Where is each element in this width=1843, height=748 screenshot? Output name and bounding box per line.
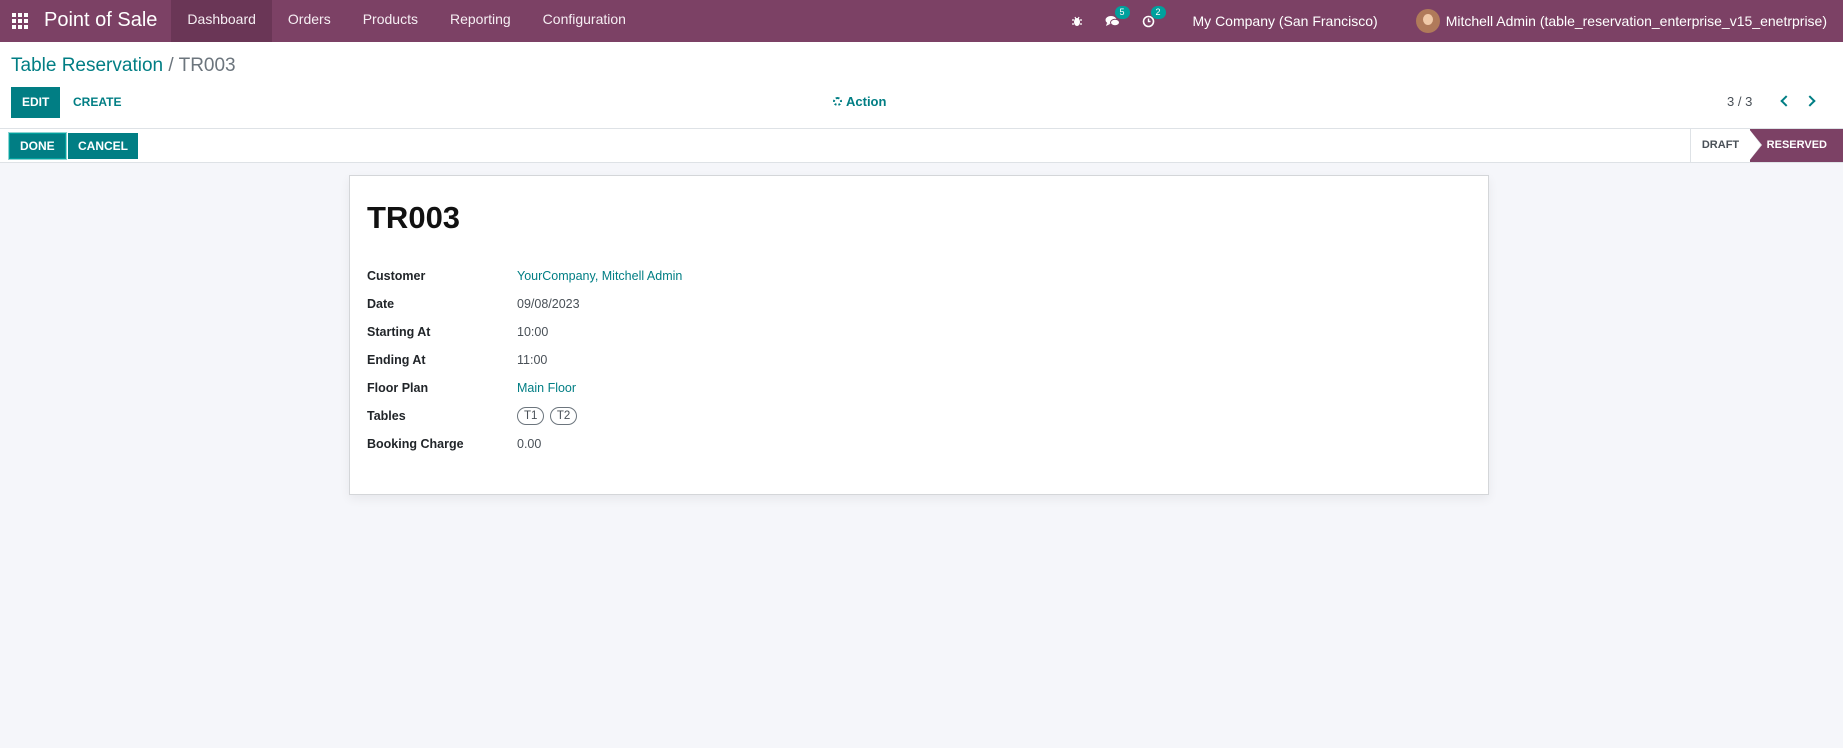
apps-menu-icon[interactable] bbox=[0, 0, 40, 42]
gear-icon bbox=[833, 97, 842, 106]
menu-item-products[interactable]: Products bbox=[347, 0, 434, 42]
record-title: TR003 bbox=[367, 200, 461, 235]
stage-arrow bbox=[1749, 129, 1761, 161]
breadcrumb-current: TR003 bbox=[178, 55, 236, 76]
field-tables: Tables T1 T2 bbox=[367, 406, 579, 426]
field-label: Tables bbox=[367, 409, 406, 423]
field-label: Floor Plan bbox=[367, 381, 429, 395]
avatar bbox=[1415, 9, 1440, 33]
user-name: Mitchell Admin (table_reservation_enterp… bbox=[1445, 13, 1827, 29]
form-statusbar: DONE CANCEL DRAFT RESERVED bbox=[0, 129, 1843, 163]
company-switcher[interactable]: My Company (San Francisco) bbox=[1167, 13, 1416, 29]
chevron-left-icon bbox=[1779, 95, 1792, 107]
activity-clock-icon[interactable]: 2 bbox=[1131, 0, 1167, 42]
starting-at-value: 10:00 bbox=[517, 325, 549, 339]
action-label: Action bbox=[846, 94, 887, 109]
breadcrumb: Table Reservation / TR003 bbox=[11, 55, 236, 77]
systray: 5 2 My Company (San Francisco) Mitchell … bbox=[1059, 0, 1843, 42]
bug-icon[interactable] bbox=[1059, 0, 1095, 42]
activities-badge: 2 bbox=[1150, 6, 1166, 19]
main-menu: Dashboard Orders Products Reporting Conf… bbox=[171, 0, 642, 42]
booking-charge-value: 0.00 bbox=[517, 437, 542, 451]
menu-item-configuration[interactable]: Configuration bbox=[527, 0, 642, 42]
field-ending-at: Ending At 11:00 bbox=[367, 350, 547, 370]
ending-at-value: 11:00 bbox=[517, 353, 548, 367]
field-customer: Customer YourCompany, Mitchell Admin bbox=[367, 266, 682, 286]
breadcrumb-separator: / bbox=[168, 55, 174, 76]
stage-draft[interactable]: DRAFT bbox=[1690, 129, 1750, 162]
breadcrumb-parent-link[interactable]: Table Reservation bbox=[11, 55, 163, 76]
menu-item-orders[interactable]: Orders bbox=[272, 0, 347, 42]
field-floor-plan: Floor Plan Main Floor bbox=[367, 378, 576, 398]
pager-value[interactable]: 3 / 3 bbox=[1727, 94, 1752, 109]
top-navbar: Point of Sale Dashboard Orders Products … bbox=[0, 0, 1843, 42]
field-label: Customer bbox=[367, 269, 426, 283]
control-panel: Table Reservation / TR003 EDIT CREATE Ac… bbox=[0, 42, 1843, 129]
table-tag: T1 bbox=[517, 407, 545, 425]
action-menu[interactable]: Action bbox=[833, 94, 886, 109]
tables-tags: T1 T2 bbox=[517, 407, 579, 425]
menu-item-dashboard[interactable]: Dashboard bbox=[171, 0, 272, 42]
pager-previous-button[interactable] bbox=[1774, 91, 1794, 111]
field-starting-at: Starting At 10:00 bbox=[367, 322, 548, 342]
field-label: Ending At bbox=[367, 353, 426, 367]
messages-badge: 5 bbox=[1114, 6, 1130, 19]
stage-reserved[interactable]: RESERVED bbox=[1750, 129, 1843, 162]
floor-plan-link[interactable]: Main Floor bbox=[517, 381, 576, 395]
customer-link[interactable]: YourCompany, Mitchell Admin bbox=[517, 269, 682, 283]
field-label: Booking Charge bbox=[367, 437, 464, 451]
date-value: 09/08/2023 bbox=[517, 297, 580, 311]
field-booking-charge: Booking Charge 0.00 bbox=[367, 434, 541, 454]
chevron-right-icon bbox=[1803, 95, 1816, 107]
menu-item-reporting[interactable]: Reporting bbox=[434, 0, 527, 42]
field-date: Date 09/08/2023 bbox=[367, 294, 580, 314]
edit-button[interactable]: EDIT bbox=[11, 87, 61, 118]
chat-icon[interactable]: 5 bbox=[1095, 0, 1131, 42]
field-label: Date bbox=[367, 297, 395, 311]
user-menu[interactable]: Mitchell Admin (table_reservation_enterp… bbox=[1415, 9, 1827, 33]
pager-next-button[interactable] bbox=[1801, 91, 1821, 111]
table-tag: T2 bbox=[549, 407, 578, 425]
cancel-button[interactable]: CANCEL bbox=[68, 133, 138, 159]
app-title[interactable]: Point of Sale bbox=[40, 0, 171, 42]
done-button[interactable]: DONE bbox=[9, 133, 66, 159]
create-button[interactable]: CREATE bbox=[64, 87, 130, 118]
field-label: Starting At bbox=[367, 325, 431, 339]
form-sheet: TR003 Customer YourCompany, Mitchell Adm… bbox=[349, 175, 1489, 495]
